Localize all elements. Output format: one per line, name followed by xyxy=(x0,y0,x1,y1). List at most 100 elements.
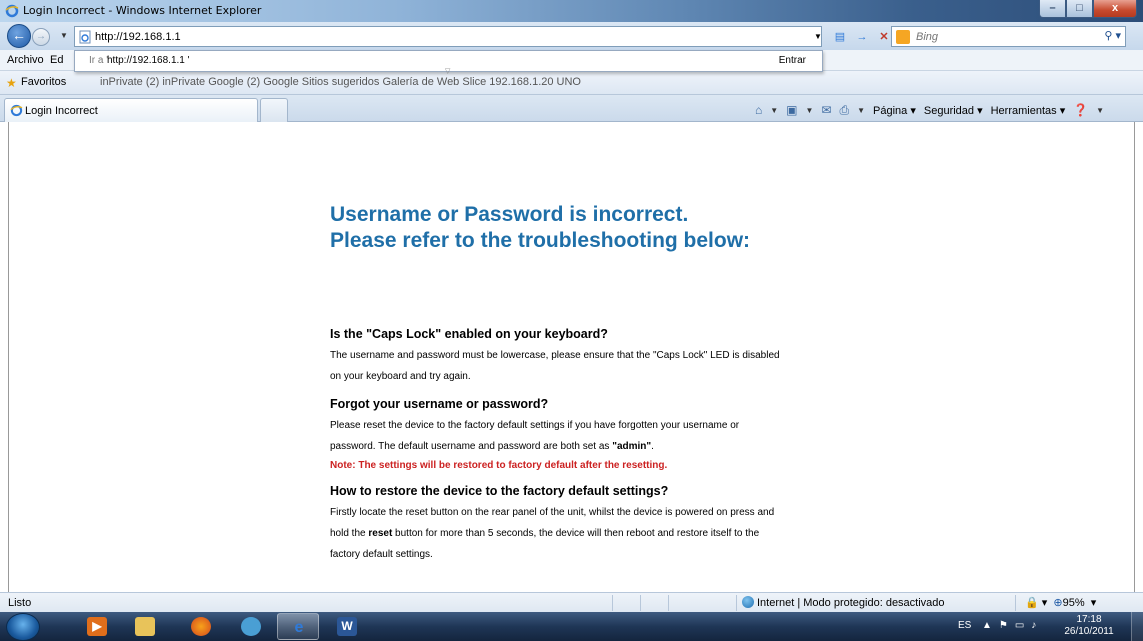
search-icon[interactable]: ⚲ ▾ xyxy=(1104,29,1121,42)
favorites-star-icon[interactable]: ★ xyxy=(6,76,17,90)
tools-menu-label: Herramientas xyxy=(990,104,1057,117)
back-arrow-icon: ← xyxy=(12,27,26,43)
taskbar-firefox[interactable] xyxy=(180,613,222,640)
home-dropdown-icon[interactable]: ▼ xyxy=(770,106,778,115)
default-credential: "admin" xyxy=(612,441,652,452)
forgot-line-1: Please reset the device to the factory d… xyxy=(330,420,740,431)
tray-icons[interactable]: ▲⚑▭♪ xyxy=(982,620,1043,631)
start-button[interactable] xyxy=(6,613,40,641)
zoom-control[interactable]: 🔒 ▾ ⊕95% ▾ xyxy=(1025,596,1096,609)
print-dropdown-icon[interactable]: ▼ xyxy=(857,106,865,115)
forgot-line-2-end: . xyxy=(651,441,654,452)
chevron-down-icon: ▽ xyxy=(445,68,451,75)
forward-button[interactable]: → xyxy=(32,28,50,46)
autocomplete-url[interactable]: http://192.168.1.1 ' xyxy=(107,55,190,66)
window-title-bar[interactable]: Login Incorrect - Windows Internet Explo… xyxy=(0,0,1143,22)
home-icon[interactable]: ⌂ xyxy=(755,103,762,117)
internet-globe-icon xyxy=(742,596,754,608)
menu-edit[interactable]: Ed xyxy=(50,54,63,66)
ie-icon: e xyxy=(294,619,304,636)
search-box[interactable]: ⚲ ▾ xyxy=(891,26,1126,47)
word-icon: W xyxy=(337,617,357,636)
menu-file[interactable]: Archivo xyxy=(7,54,44,66)
tab-label: Login Incorrect xyxy=(25,105,98,117)
restore-line-1: Firstly locate the reset button on the r… xyxy=(330,507,775,518)
caps-lock-line-2: on your keyboard and try again. xyxy=(330,371,471,382)
reset-keyword: reset xyxy=(368,528,393,539)
media-player-icon: ▶ xyxy=(87,617,107,636)
clock-date: 26/10/2011 xyxy=(1064,626,1114,637)
feeds-icon[interactable]: ▣ xyxy=(786,103,797,117)
address-autocomplete[interactable]: Ir a ' http://192.168.1.1 ' Entrar ▽ xyxy=(74,50,823,75)
ie-page-icon xyxy=(10,104,23,117)
tools-menu[interactable]: Herramientas ▾ xyxy=(991,104,1066,117)
compatibility-view-icon[interactable]: ▤ xyxy=(832,29,848,45)
command-bar: ⌂ ▼ ▣ ▼ ✉ ⎙ ▼ Página ▾ Seguridad ▾ Herramie… xyxy=(755,101,1104,119)
taskbar-word[interactable]: W xyxy=(326,613,368,640)
help-icon[interactable]: ❓ xyxy=(1073,103,1088,117)
address-dropdown-icon[interactable]: ▼ xyxy=(810,29,826,45)
forward-arrow-icon: → xyxy=(36,31,46,42)
error-title-line-2: Please refer to the troubleshooting belo… xyxy=(330,229,751,252)
caps-lock-section: Is the "Caps Lock" enabled on your keybo… xyxy=(330,327,850,387)
stop-icon[interactable]: ✕ xyxy=(876,29,892,45)
recent-pages-dropdown-icon[interactable]: ▼ xyxy=(60,31,68,40)
safety-menu-label: Seguridad xyxy=(923,104,975,117)
security-zone-label: Internet | Modo protegido: desactivado xyxy=(757,597,945,609)
windows-taskbar: ▶ e W ES ▲⚑▭♪ 17:18 26/10/2011 xyxy=(0,612,1143,641)
close-button[interactable]: x xyxy=(1093,0,1137,18)
safety-menu[interactable]: Seguridad ▾ xyxy=(924,104,983,117)
autocomplete-go[interactable]: Entrar xyxy=(779,55,806,66)
error-title: Username or Password is incorrect. Pleas… xyxy=(330,202,850,254)
reset-note: Note: The settings will be restored to f… xyxy=(330,460,668,471)
address-bar[interactable] xyxy=(74,26,822,47)
favorites-links[interactable]: inPrivate (2) inPrivate Google (2) Googl… xyxy=(100,76,660,88)
ie-logo-icon xyxy=(5,4,19,18)
taskbar-explorer[interactable] xyxy=(124,613,166,640)
restore-line-3: factory default settings. xyxy=(330,549,433,560)
restore-line-2-text: hold the xyxy=(330,528,369,539)
restore-heading: How to restore the device to the factory… xyxy=(330,484,669,498)
tab-login-incorrect[interactable]: Login Incorrect xyxy=(4,98,258,122)
error-title-line-1: Username or Password is incorrect. xyxy=(330,203,689,226)
page-content: Username or Password is incorrect. Pleas… xyxy=(8,122,1135,592)
folder-icon xyxy=(135,617,155,636)
taskbar-messenger[interactable] xyxy=(230,613,272,640)
back-button[interactable]: ← xyxy=(7,24,31,48)
taskbar-media-player[interactable]: ▶ xyxy=(76,613,118,640)
status-divider xyxy=(1015,595,1016,611)
print-icon[interactable]: ⎙ xyxy=(840,103,850,118)
minimize-button[interactable]: – xyxy=(1039,0,1066,18)
zoom-lock-icon: 🔒 xyxy=(1025,597,1039,609)
search-input[interactable] xyxy=(916,29,1096,45)
go-arrow-icon[interactable]: → xyxy=(854,29,870,45)
new-tab-button[interactable] xyxy=(260,98,288,122)
restore-section: How to restore the device to the factory… xyxy=(330,484,850,565)
clock-time: 17:18 xyxy=(1076,614,1102,625)
help-dropdown-icon[interactable]: ▼ xyxy=(1096,106,1104,115)
address-tools: ▼ ▤ → ✕ xyxy=(810,26,892,47)
maximize-button[interactable]: □ xyxy=(1066,0,1093,18)
bing-icon xyxy=(896,30,910,44)
forgot-heading: Forgot your username or password? xyxy=(330,397,549,411)
feeds-dropdown-icon[interactable]: ▼ xyxy=(806,106,814,115)
clock[interactable]: 17:18 26/10/2011 xyxy=(1064,614,1114,638)
mail-icon[interactable]: ✉ xyxy=(821,103,831,117)
window-controls: – □ x xyxy=(1039,0,1137,19)
firefox-icon xyxy=(191,617,211,636)
page-menu-label: Página xyxy=(873,104,908,117)
autocomplete-prefix: Ir a ' xyxy=(89,55,109,66)
status-divider xyxy=(640,595,641,611)
address-input[interactable] xyxy=(95,29,795,45)
show-desktop-button[interactable] xyxy=(1131,612,1143,641)
error-page: Username or Password is incorrect. Pleas… xyxy=(330,202,850,565)
taskbar-internet-explorer[interactable]: e xyxy=(277,613,319,640)
navigation-bar: ← → ▼ ▼ ▤ → ✕ ⚲ ▾ xyxy=(0,22,1143,50)
language-indicator[interactable]: ES xyxy=(958,620,971,631)
page-menu[interactable]: Página ▾ xyxy=(873,104,916,117)
tab-bar: Login Incorrect ⌂ ▼ ▣ ▼ ✉ ⎙ ▼ Página ▾ Segu… xyxy=(0,95,1143,122)
security-zone[interactable]: Internet | Modo protegido: desactivado xyxy=(742,596,945,609)
status-text: Listo xyxy=(8,597,32,609)
messenger-icon xyxy=(241,617,261,636)
favorites-button[interactable]: Favoritos xyxy=(21,76,66,88)
